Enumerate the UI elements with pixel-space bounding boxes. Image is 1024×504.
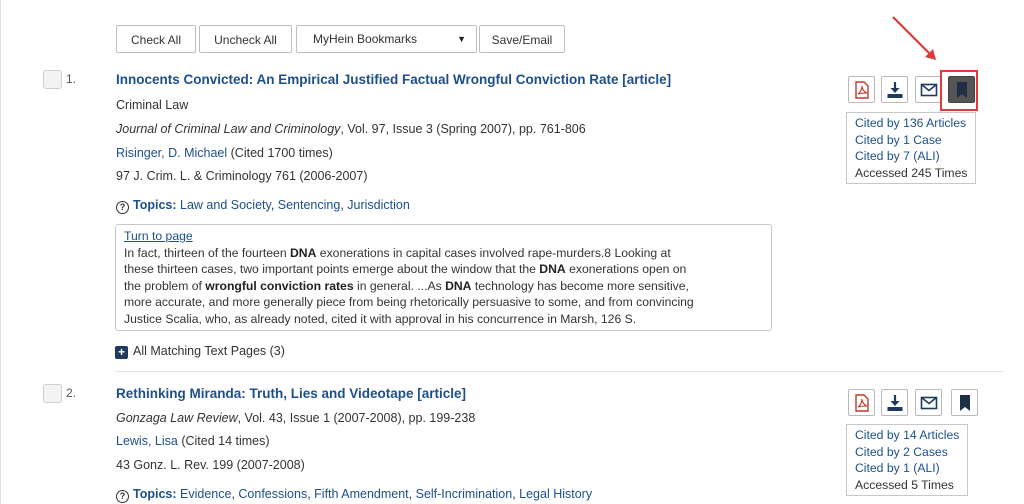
accessed-count: Accessed 245 Times	[855, 165, 968, 180]
topic-link[interactable]: Sentencing	[278, 198, 341, 212]
turn-to-page-link[interactable]: Turn to page	[124, 228, 763, 245]
chevron-down-icon: ▼	[457, 34, 466, 44]
cited-articles-link[interactable]: Cited by 14 Articles	[855, 427, 959, 444]
journal-name: Gonzaga Law Review	[116, 411, 238, 425]
help-icon[interactable]: ?	[116, 201, 129, 214]
author-link[interactable]: Lewis, Lisa	[116, 434, 178, 448]
pdf-button[interactable]	[848, 76, 875, 103]
email-button[interactable]	[915, 76, 942, 103]
author-cited: (Cited 1700 times)	[227, 146, 333, 160]
result-checkbox[interactable]	[43, 384, 62, 403]
citation-stats: Cited by 14 Articles Cited by 2 Cases Ci…	[846, 424, 969, 496]
author-link[interactable]: Risinger, D. Michael	[116, 146, 227, 160]
check-all-button[interactable]: Check All	[116, 25, 196, 53]
topic-link[interactable]: Jurisdiction	[347, 198, 410, 212]
result-subject: Criminal Law	[116, 98, 189, 112]
topic-link[interactable]: Self-Incrimination	[416, 487, 513, 501]
topics-label: Topics:	[133, 198, 177, 212]
citation-stats: Cited by 136 Articles Cited by 1 Case Ci…	[846, 112, 977, 184]
result-topics: ? Topics: Law and Society, Sentencing, Ju…	[116, 198, 410, 214]
bookmarks-select[interactable]: MyHein Bookmarks ▼	[296, 25, 477, 53]
all-matching-pages-toggle[interactable]: + All Matching Text Pages (3)	[115, 344, 285, 359]
result-journal: Journal of Criminal Law and Criminology,…	[116, 122, 586, 136]
uncheck-all-button[interactable]: Uncheck All	[199, 25, 292, 53]
bookmarks-select-value: MyHein Bookmarks	[313, 32, 418, 46]
text-snippet: Turn to page In fact, thirteen of the fo…	[115, 224, 772, 331]
result-citation: 43 Gonz. L. Rev. 199 (2007-2008)	[116, 458, 305, 472]
arrow-icon	[892, 16, 936, 60]
pdf-button[interactable]	[848, 389, 875, 416]
topic-link[interactable]: Confessions	[238, 487, 307, 501]
result-checkbox[interactable]	[43, 70, 62, 89]
cited-cases-link[interactable]: Cited by 1 Case	[855, 132, 967, 149]
topic-link[interactable]: Fifth Amendment	[314, 487, 409, 501]
download-button[interactable]	[881, 76, 908, 103]
journal-details: , Vol. 43, Issue 1 (2007-2008), pp. 199-…	[237, 411, 476, 425]
email-icon	[920, 396, 938, 410]
bookmark-button[interactable]	[951, 389, 978, 416]
result-journal: Gonzaga Law Review, Vol. 43, Issue 1 (20…	[116, 411, 475, 425]
snippet-line: these thirteen cases, two important poin…	[124, 262, 687, 276]
cited-cases-link[interactable]: Cited by 2 Cases	[855, 444, 959, 461]
save-email-button[interactable]: Save/Email	[479, 25, 565, 53]
results-panel: Check All Uncheck All MyHein Bookmarks ▼…	[0, 0, 1024, 504]
topics-label: Topics:	[133, 487, 177, 501]
all-matching-pages-label: All Matching Text Pages (3)	[133, 344, 285, 358]
snippet-line: more accurate, and more generally piece …	[124, 295, 694, 309]
download-icon	[887, 395, 903, 411]
highlight-box	[940, 70, 978, 111]
bookmark-icon	[960, 395, 970, 411]
result-author: Risinger, D. Michael (Cited 1700 times)	[116, 146, 333, 160]
download-button[interactable]	[881, 389, 908, 416]
email-icon	[920, 83, 938, 97]
snippet-line: In fact, thirteen of the fourteen DNA ex…	[124, 245, 671, 260]
accessed-count: Accessed 5 Times	[855, 477, 954, 492]
result-divider	[115, 371, 1004, 372]
result-number: 2.	[66, 386, 77, 400]
cited-ali-link[interactable]: Cited by 7 (ALI)	[855, 148, 967, 165]
author-cited: (Cited 14 times)	[177, 434, 270, 448]
pdf-icon	[855, 394, 869, 412]
help-icon[interactable]: ?	[116, 490, 129, 503]
result-author: Lewis, Lisa (Cited 14 times)	[116, 434, 270, 448]
cited-articles-link[interactable]: Cited by 136 Articles	[855, 115, 967, 132]
result-title-link[interactable]: Innocents Convicted: An Empirical Justif…	[116, 72, 671, 87]
topic-link[interactable]: Law and Society	[180, 198, 271, 212]
snippet-line: Justice Scalia, who, as already noted, c…	[124, 311, 637, 326]
result-number: 1.	[66, 72, 77, 86]
result-citation: 97 J. Crim. L. & Criminology 761 (2006-2…	[116, 169, 368, 183]
cited-ali-link[interactable]: Cited by 1 (ALI)	[855, 460, 959, 477]
journal-details: , Vol. 97, Issue 3 (Spring 2007), pp. 76…	[340, 122, 586, 136]
topic-link[interactable]: Evidence	[180, 487, 231, 501]
email-button[interactable]	[915, 389, 942, 416]
pdf-icon	[855, 81, 869, 99]
topic-link[interactable]: Legal History	[519, 487, 592, 501]
journal-name: Journal of Criminal Law and Criminology	[116, 122, 341, 136]
plus-icon: +	[115, 346, 128, 359]
result-topics: ? Topics: Evidence, Confessions, Fifth Am…	[116, 487, 592, 503]
snippet-line: the problem of wrongful conviction rates…	[124, 278, 689, 293]
download-icon	[887, 82, 903, 98]
result-title-link[interactable]: Rethinking Miranda: Truth, Lies and Vide…	[116, 386, 466, 401]
